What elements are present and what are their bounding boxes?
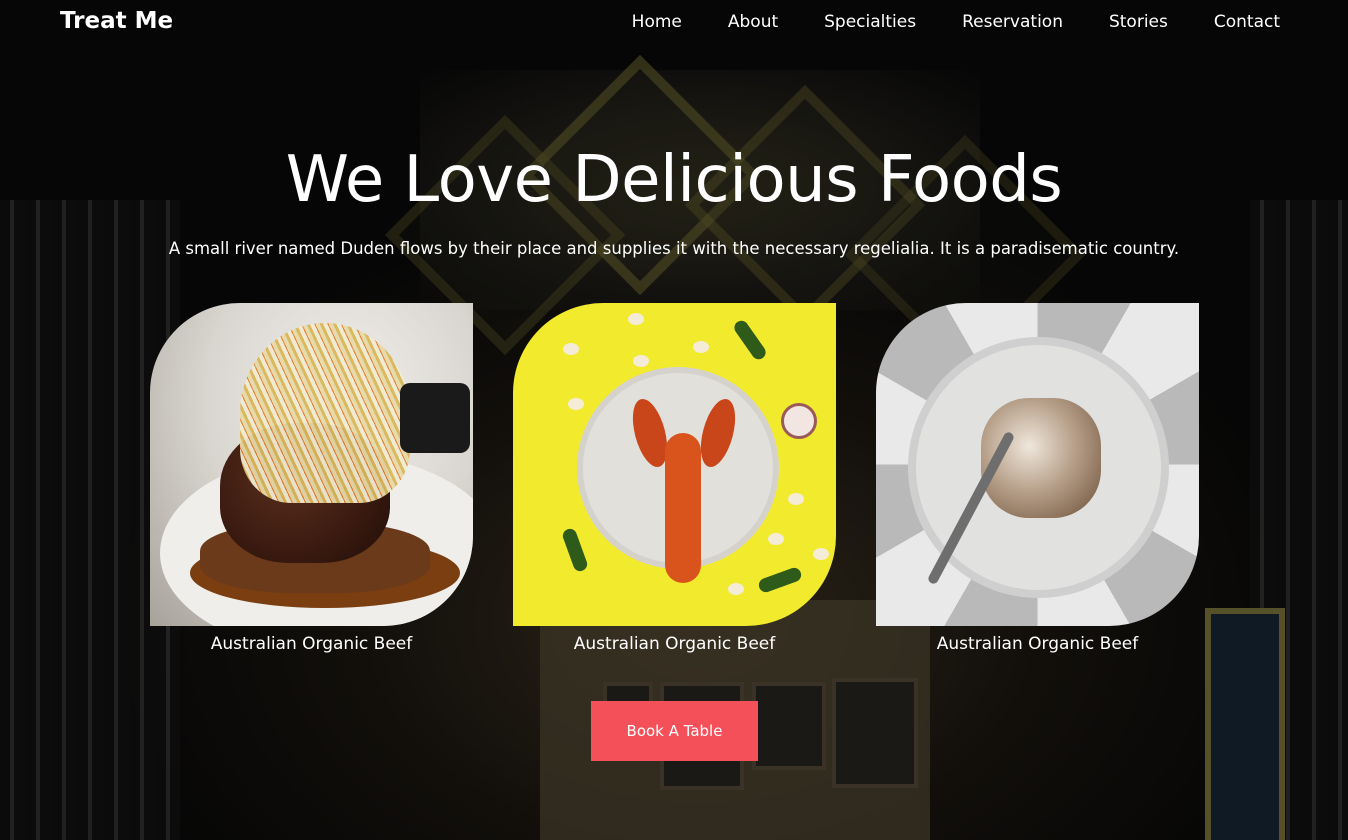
dish-card-beef: Australian Organic Beef — [150, 303, 473, 654]
brand-logo[interactable]: Treat Me — [60, 8, 173, 34]
dish-card-bowl: Australian Organic Beef — [876, 303, 1199, 654]
dish-image-lobster — [513, 303, 836, 626]
nav-stories-link[interactable]: Stories — [1109, 12, 1168, 32]
dish-caption: Australian Organic Beef — [210, 634, 413, 654]
dish-card-lobster: Australian Organic Beef — [513, 303, 836, 654]
dish-image-beef — [150, 303, 473, 626]
hero-title: We Love Delicious Foods — [285, 143, 1063, 217]
book-a-table-button[interactable]: Book A Table — [591, 701, 758, 761]
nav-home-link[interactable]: Home — [632, 12, 682, 32]
hero-subtitle: A small river named Duden flows by their… — [168, 239, 1180, 258]
nav-reservation-link[interactable]: Reservation — [962, 12, 1063, 32]
nav-specialties-link[interactable]: Specialties — [824, 12, 916, 32]
main-menu: Home About Specialties Reservation Stori… — [632, 12, 1280, 32]
top-navbar: Treat Me Home About Specialties Reservat… — [0, 0, 1348, 46]
dish-caption: Australian Organic Beef — [573, 634, 776, 654]
dish-image-bowl — [876, 303, 1199, 626]
nav-about-link[interactable]: About — [728, 12, 778, 32]
nav-contact-link[interactable]: Contact — [1214, 12, 1280, 32]
dish-caption: Australian Organic Beef — [936, 634, 1139, 654]
